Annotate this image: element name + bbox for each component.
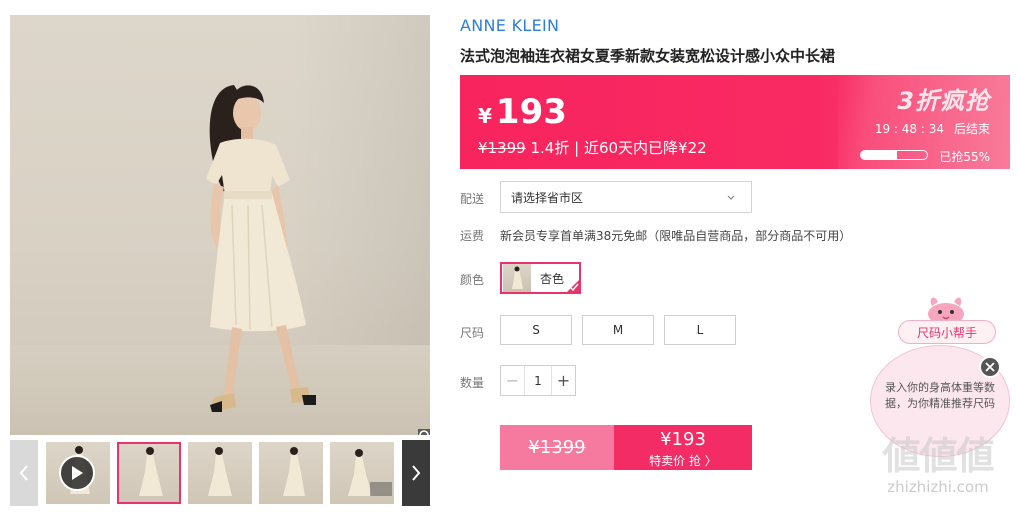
check-icon xyxy=(569,283,579,292)
buy-now-button[interactable]: ¥193 特卖价 抢 〉 xyxy=(614,425,752,470)
thumbnail-prev-button[interactable] xyxy=(10,440,38,506)
region-select-placeholder: 请选择省市区 xyxy=(511,190,584,205)
shipping-label: 配送 xyxy=(460,192,485,206)
quantity-stepper: − 1 + xyxy=(500,365,576,396)
watermark: 値値値 zhizhizhi.com xyxy=(868,425,1008,496)
discount-rate: 1.4折 xyxy=(530,139,570,157)
thumbnail-figure xyxy=(139,447,163,496)
sold-progress-fill xyxy=(861,151,898,159)
currency-symbol: ¥ xyxy=(478,104,492,128)
play-icon[interactable] xyxy=(59,455,95,491)
original-price: ¥1399 xyxy=(478,139,526,157)
color-label: 颜色 xyxy=(460,273,485,287)
color-option-label: 杏色 xyxy=(540,271,565,286)
size-option-l[interactable]: L xyxy=(664,315,736,345)
thumbnail-image[interactable] xyxy=(330,442,394,504)
product-title: 法式泡泡袖连衣裙女夏季新款女装宽松设计感小众中长裙 xyxy=(460,47,836,65)
thumbnail-image[interactable] xyxy=(117,442,181,504)
zoom-icon[interactable] xyxy=(418,429,430,435)
size-helper-text: 录入你的身高体重等数据，为你精准推荐尺码 xyxy=(885,381,995,410)
thumbnail-figure xyxy=(208,447,232,496)
original-price-button[interactable]: ¥1399 xyxy=(500,425,614,470)
quantity-minus-button[interactable]: − xyxy=(501,366,525,395)
color-swatch-image xyxy=(503,264,531,292)
main-product-image[interactable] xyxy=(10,15,430,435)
size-option-s[interactable]: S xyxy=(500,315,572,345)
current-price: ¥193 xyxy=(478,92,567,132)
countdown-time: 19 : 48 : 34 xyxy=(874,122,944,136)
size-option-m[interactable]: M xyxy=(582,315,654,345)
shipping-fee-label: 运费 xyxy=(460,229,485,243)
countdown-timer: 19 : 48 : 34 后结束 xyxy=(875,120,990,137)
price-history-note: | 近60天内已降¥22 xyxy=(574,139,707,157)
sold-percent-label: 已抢55% xyxy=(939,150,990,164)
price-subline: ¥1399 1.4折 | 近60天内已降¥22 xyxy=(478,137,707,158)
current-price-value: 193 xyxy=(495,92,567,132)
original-price-button-label: ¥1399 xyxy=(528,437,586,458)
buy-now-label: 特卖价 抢 〉 xyxy=(649,454,717,468)
shipping-fee-text: 新会员专享首单满38元免邮（限唯品自营商品，部分商品不可用） xyxy=(500,229,852,243)
chevron-left-icon xyxy=(19,465,28,481)
watermark-url: zhizhizhi.com xyxy=(887,478,989,496)
size-label: 尺码 xyxy=(460,326,485,340)
countdown-suffix: 后结束 xyxy=(953,122,990,136)
region-select[interactable]: 请选择省市区 xyxy=(500,181,752,213)
brand-name[interactable]: ANNE KLEIN xyxy=(460,16,559,35)
model-illustration xyxy=(206,85,316,412)
quantity-plus-button[interactable]: + xyxy=(551,366,575,395)
size-helper-tag[interactable]: 尺码小帮手 xyxy=(898,320,996,344)
color-option-selected[interactable]: 杏色 xyxy=(500,262,581,294)
close-icon[interactable] xyxy=(979,356,1001,378)
buy-now-price: ¥193 xyxy=(660,429,706,450)
thumbnail-image[interactable] xyxy=(188,442,252,504)
thumbnail-strip xyxy=(10,440,430,506)
thumbnail-video[interactable] xyxy=(46,442,110,504)
watermark-logo: 値値値 xyxy=(882,434,994,478)
chevron-down-icon xyxy=(727,195,735,200)
thumbnail-image[interactable] xyxy=(259,442,323,504)
sold-progress-bar xyxy=(860,150,928,160)
thumbnail-next-button[interactable] xyxy=(402,440,430,506)
promo-label: 3折疯抢 xyxy=(897,87,990,115)
thumbnail-figure xyxy=(348,449,392,496)
quantity-label: 数量 xyxy=(460,376,485,390)
quantity-value[interactable]: 1 xyxy=(525,366,551,395)
chevron-right-icon xyxy=(412,465,421,481)
thumbnail-figure xyxy=(283,447,305,496)
price-banner: ¥193 ¥1399 1.4折 | 近60天内已降¥22 3折疯抢 19 : 4… xyxy=(460,75,1010,169)
